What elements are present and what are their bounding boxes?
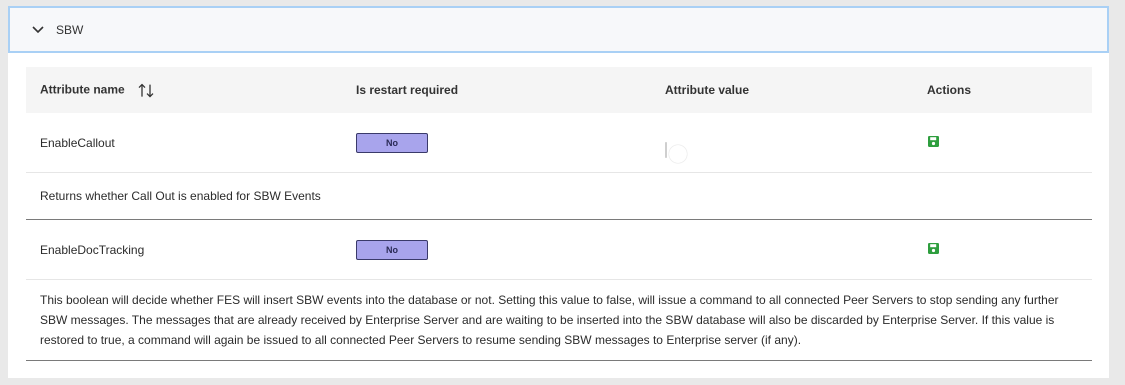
section-header-sbw[interactable]: SBW [8,6,1109,53]
save-icon [928,135,939,147]
attribute-description-text: Returns whether Call Out is enabled for … [40,189,321,203]
attribute-name: EnableCallout [40,135,115,150]
chevron-down-icon[interactable] [30,22,46,38]
column-header-attribute-value: Attribute value [665,83,750,97]
table-row: EnableDocTracking No [26,220,1092,280]
attributes-table: Attribute name Is restart required Attri… [26,67,1092,361]
column-header-restart-required: Is restart required [356,83,459,97]
save-icon [928,242,939,254]
restart-required-badge: No [356,239,428,260]
attribute-description: Returns whether Call Out is enabled for … [26,173,1092,220]
attribute-name: EnableDocTracking [40,242,145,257]
table-header: Attribute name Is restart required Attri… [26,67,1092,113]
table-row: EnableCallout No [26,113,1092,173]
attribute-description-text: This boolean will decide whether FES wil… [40,293,1059,347]
sort-arrows-icon[interactable] [138,83,154,98]
attribute-value-toggle[interactable] [665,141,687,163]
save-button[interactable] [928,135,939,150]
save-button[interactable] [928,242,939,257]
restart-required-badge: No [356,132,428,153]
column-header-attribute-name[interactable]: Attribute name [40,83,154,98]
section-title: SBW [56,22,84,37]
settings-panel: SBW Attribute name Is restart required A… [8,6,1109,378]
toggle-knob [669,144,687,163]
attribute-description: This boolean will decide whether FES wil… [26,280,1092,361]
column-header-actions: Actions [927,83,972,97]
toggle-knob [687,252,705,271]
column-label-attribute-name: Attribute name [40,82,125,97]
